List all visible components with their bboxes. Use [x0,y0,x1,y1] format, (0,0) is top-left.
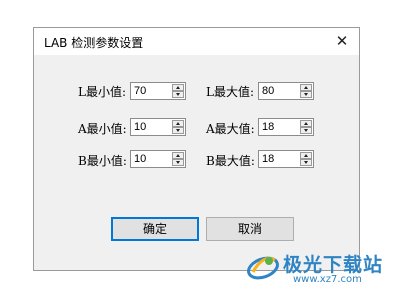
a-max-spin-arrows[interactable] [300,120,312,134]
cancel-button[interactable]: 取消 [206,217,294,241]
l-min-spinbox[interactable] [130,82,186,100]
l-max-spin-arrows[interactable] [300,84,312,98]
title-bar: LAB 检测参数设置 ✕ [34,28,359,55]
b-max-label: B最大值: [206,154,255,168]
spin-down-icon[interactable] [300,127,312,134]
spin-down-icon[interactable] [300,91,312,98]
dialog-title: LAB 检测参数设置 [44,36,144,50]
b-min-spin-arrows[interactable] [172,152,184,166]
watermark-logo-icon [247,256,279,280]
spin-down-icon[interactable] [300,159,312,166]
l-max-input[interactable] [259,83,297,99]
b-min-label: B最小值: [78,154,127,168]
l-min-label: L最小值: [78,85,127,99]
a-min-label: A最小值: [78,122,127,136]
l-min-input[interactable] [131,83,169,99]
a-max-input[interactable] [259,119,297,135]
spin-down-icon[interactable] [172,127,184,134]
a-max-spinbox[interactable] [258,118,314,136]
spin-up-icon[interactable] [300,152,312,159]
close-icon[interactable]: ✕ [327,28,357,55]
b-max-input[interactable] [259,151,297,167]
b-max-spin-arrows[interactable] [300,152,312,166]
l-min-spin-arrows[interactable] [172,84,184,98]
spin-down-icon[interactable] [172,91,184,98]
b-min-input[interactable] [131,151,169,167]
spin-up-icon[interactable] [172,120,184,127]
watermark-url: www.xz7.com [293,274,362,285]
watermark: 极光下载站 www.xz7.com [245,248,395,288]
spin-down-icon[interactable] [172,159,184,166]
a-min-spinbox[interactable] [130,118,186,136]
a-max-label: A最大值: [206,122,255,136]
spin-up-icon[interactable] [172,84,184,91]
a-min-spin-arrows[interactable] [172,120,184,134]
spin-up-icon[interactable] [300,84,312,91]
l-max-label: L最大值: [206,85,255,99]
b-min-spinbox[interactable] [130,150,186,168]
b-max-spinbox[interactable] [258,150,314,168]
lab-settings-dialog: LAB 检测参数设置 ✕ L最小值: L最大值: A最小值: A最大值: [33,27,360,271]
watermark-text: 极光下载站 [283,254,384,276]
spin-up-icon[interactable] [172,152,184,159]
spin-up-icon[interactable] [300,120,312,127]
a-min-input[interactable] [131,119,169,135]
l-max-spinbox[interactable] [258,82,314,100]
ok-button[interactable]: 确定 [111,217,199,241]
